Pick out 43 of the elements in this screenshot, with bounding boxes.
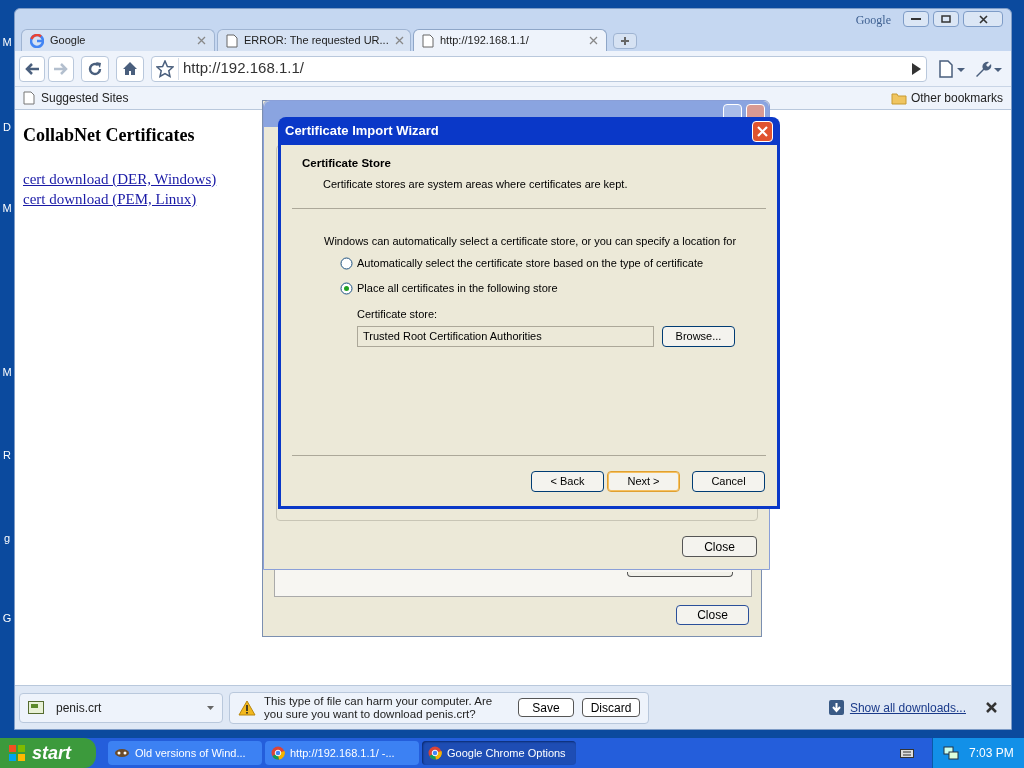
- instruction-text: Windows can automatically select a certificate store, or you can specify a location for: [324, 233, 738, 249]
- address-bar[interactable]: http://192.168.1.1/: [151, 55, 927, 82]
- store-label: Certificate store:: [357, 307, 439, 323]
- download-item[interactable]: penis.crt: [19, 692, 223, 723]
- download-filename: penis.crt: [56, 699, 103, 717]
- page-heading: CollabNet Certificates: [23, 124, 195, 147]
- close-button[interactable]: Close: [682, 536, 757, 557]
- dialog-button[interactable]: Next >: [607, 470, 680, 492]
- desktop-icon-label: M: [2, 201, 12, 216]
- desktop-icon-label: M: [2, 35, 12, 50]
- bookmark-item[interactable]: Suggested Sites: [41, 89, 129, 107]
- start-button[interactable]: start: [0, 738, 96, 768]
- section-subtitle: Certificate stores are system areas where certificates are kept.: [323, 177, 629, 193]
- save-button[interactable]: Save: [518, 698, 574, 717]
- url-text: http://192.168.1.1/: [183, 58, 304, 79]
- browse-button[interactable]: Browse...: [662, 325, 735, 347]
- desktop-icon-label: R: [3, 448, 11, 463]
- browser-tab[interactable]: ERROR: The requested UR...: [217, 29, 411, 51]
- desktop-icon-label: M: [2, 365, 12, 380]
- bookmark-folder[interactable]: Other bookmarks: [910, 89, 1003, 107]
- dialog-title: Certificate Import Wizard: [285, 122, 440, 141]
- dialog-button[interactable]: < Back: [531, 470, 604, 492]
- desktop-icon-label: g: [3, 531, 11, 546]
- radio-label: Automatically select the certificate store based on the type of certificate: [357, 256, 704, 272]
- discard-button[interactable]: Discard: [582, 698, 640, 717]
- brand-label: Google: [855, 12, 891, 29]
- radio-label: Place all certificates in the following store: [357, 280, 558, 296]
- page-link[interactable]: cert download (DER, Windows): [23, 169, 217, 189]
- dialog-button[interactable]: Cancel: [692, 470, 765, 492]
- certificate-store-field: Trusted Root Certification Authorities: [357, 325, 654, 347]
- download-warning-text: This type of file can harm your computer. Are you sure you want to download penis.crt?: [264, 694, 494, 721]
- close-button[interactable]: Close: [676, 605, 749, 625]
- page-link[interactable]: cert download (PEM, Linux): [23, 189, 197, 209]
- browser-tab[interactable]: http://192.168.1.1/: [413, 29, 607, 51]
- desktop-icon-label: G: [2, 611, 12, 626]
- browser-tab[interactable]: Google: [21, 29, 215, 51]
- taskbar-button[interactable]: http://192.168.1.1/ -...: [265, 741, 419, 765]
- section-title: Certificate Store: [302, 156, 392, 171]
- taskbar-button[interactable]: Google Chrome Options: [422, 741, 576, 765]
- clock: 7:03 PM: [969, 745, 1014, 762]
- show-all-downloads-link[interactable]: Show all downloads...: [849, 698, 966, 717]
- desktop-icon-label: D: [3, 120, 11, 135]
- taskbar-button[interactable]: Old versions of Wind...: [108, 741, 262, 765]
